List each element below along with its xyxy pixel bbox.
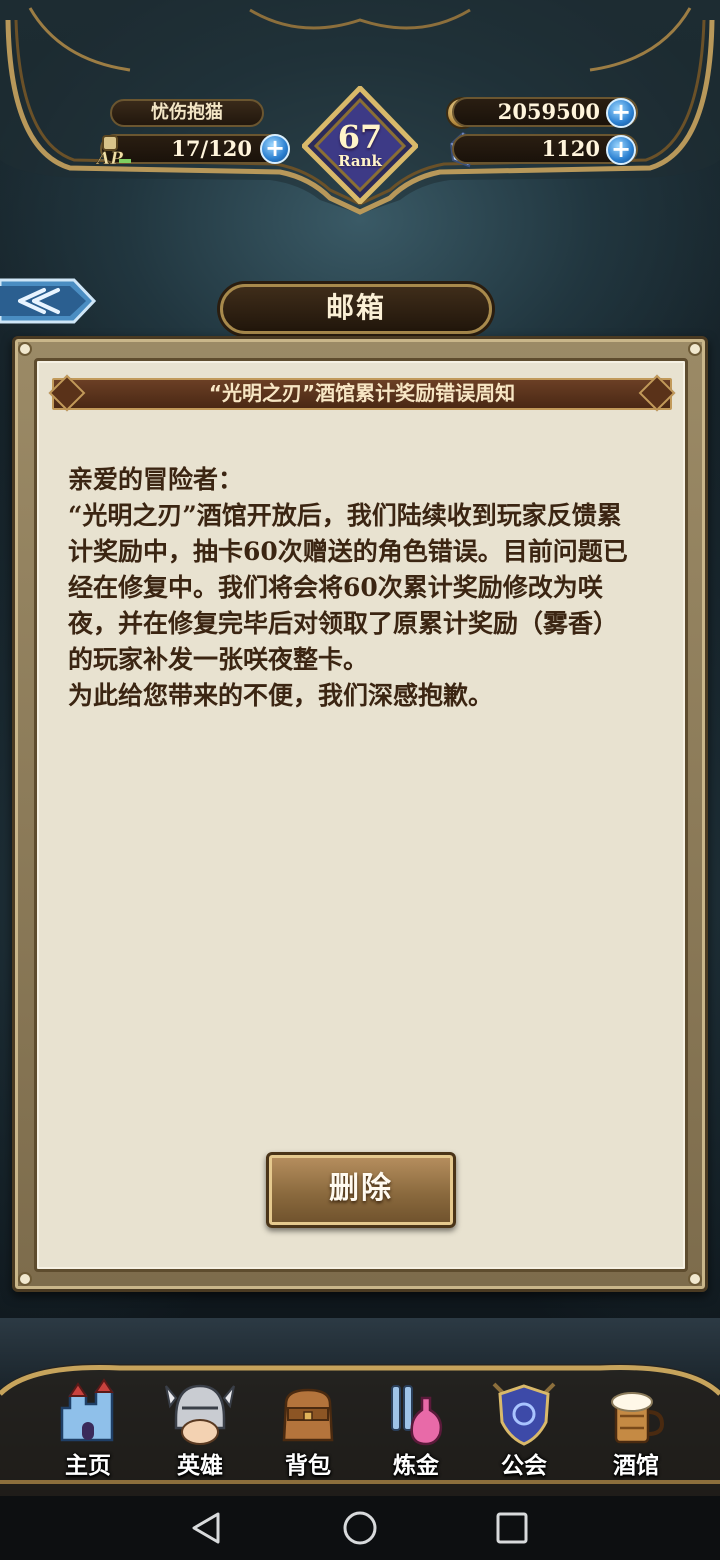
castle-icon [60,1378,114,1442]
add-gold-button[interactable]: + [606,98,636,128]
nav-tavern[interactable]: 酒馆 [586,1376,686,1486]
mail-closing: 为此给您带来的不便，我们深感抱歉。 [68,681,494,710]
page-title: 邮箱 [325,291,386,324]
helmet-icon [165,1384,235,1445]
nav-label: 背包 [285,1453,331,1479]
nav-guild[interactable]: 公会 [474,1376,574,1486]
nav-heroes[interactable]: 英雄 [150,1376,250,1486]
nav-home[interactable]: 主页 [38,1376,138,1486]
system-home-icon[interactable] [334,1502,386,1554]
nav-alchemy[interactable]: 炼金 [366,1376,466,1486]
system-recents-icon[interactable] [486,1502,538,1554]
nav-label: 炼金 [393,1453,439,1479]
nav-label: 公会 [501,1453,547,1479]
player-name: 忧伤抱猫 [110,99,264,127]
add-gem-button[interactable]: + [606,135,636,165]
nav-label: 英雄 [177,1453,223,1479]
guild-shield-icon [492,1382,556,1446]
mail-paragraph: “光明之刃”酒馆开放后，我们陆续收到玩家反馈累计奖励中，抽卡60次赠送的角色错误… [68,501,628,674]
ap-icon: AP [95,134,131,169]
corner-ornament [688,1272,702,1286]
add-ap-button[interactable]: + [260,134,290,164]
nav-backpack[interactable]: 背包 [258,1376,358,1486]
mail-subject: “光明之刃”酒馆累计奖励错误周知 [208,381,516,405]
top-hud: 忧伤抱猫 17/120 AP + 2059500 + 1120 + 67 Ran… [0,0,720,230]
mail-body: 亲爱的冒险者： “光明之刃”酒馆开放后，我们陆续收到玩家反馈累计奖励中，抽卡60… [68,462,638,714]
corner-ornament [18,1272,32,1286]
rank-label: Rank [338,152,382,170]
potion-icon [391,1385,443,1446]
corner-ornament [688,342,702,356]
back-button[interactable] [0,278,96,324]
corner-ornament [18,342,32,356]
backpack-icon [282,1388,334,1442]
rank-number: 67 [337,118,383,156]
ap-label: AP [95,149,124,168]
beer-mug-icon [611,1392,665,1444]
nav-label: 主页 [65,1453,111,1479]
delete-button-label[interactable]: 删除 [266,1152,456,1228]
mail-greeting: 亲爱的冒险者： [68,465,244,494]
nav-label: 酒馆 [613,1453,659,1479]
system-back-icon[interactable] [180,1502,232,1554]
